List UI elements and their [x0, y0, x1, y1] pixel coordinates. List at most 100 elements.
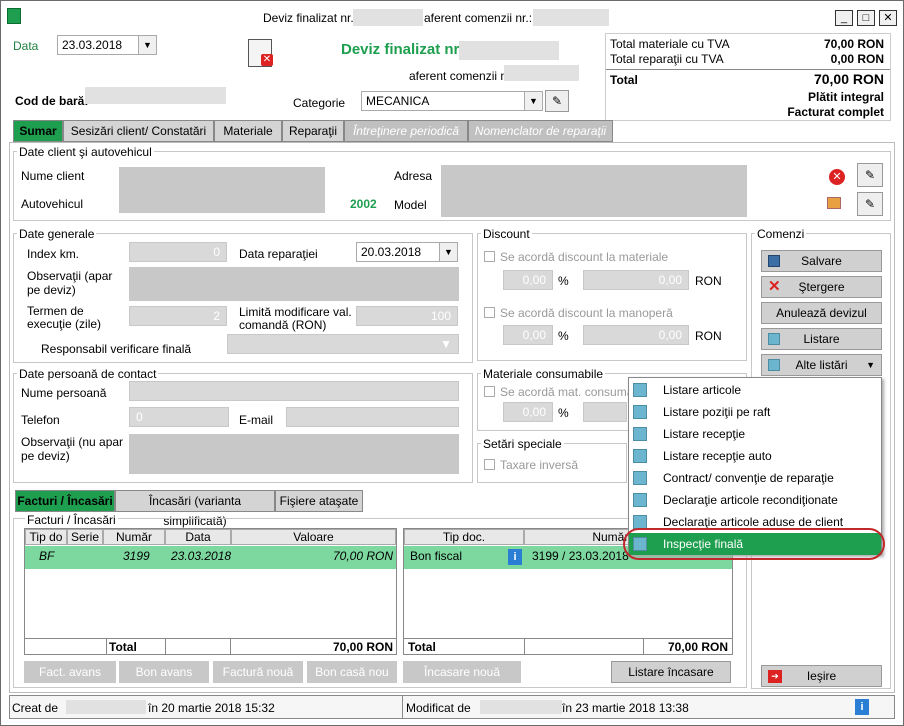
adresa-field [441, 165, 747, 217]
email-field[interactable] [286, 407, 459, 427]
menu-item-listare-receptie[interactable]: Listare recepţie [629, 423, 881, 445]
observatii-contact-field[interactable] [129, 434, 459, 474]
facturi-total-row: Total 70,00 RON [25, 638, 396, 655]
menu-item-listare-receptie-auto[interactable]: Listare recepţie auto [629, 445, 881, 467]
bon-casa-button[interactable]: Bon casă nou [307, 661, 397, 683]
tab-reparatii[interactable]: Reparaţii [282, 120, 344, 142]
consumabile-group-title: Materiale consumabile [481, 367, 606, 381]
edit-categorie-button[interactable]: ✎ [545, 90, 569, 112]
client-name-field [119, 167, 325, 213]
discount-manopera-checkbox[interactable] [484, 307, 495, 318]
iesire-button[interactable]: ➔ Ieşire [761, 665, 882, 687]
termen-field[interactable]: 2 [129, 306, 227, 326]
cell-data: 23.03.2018 [171, 549, 232, 563]
info-icon[interactable]: i [855, 699, 869, 715]
menu-item-listare-articole[interactable]: Listare articole [629, 379, 881, 401]
car-icon[interactable] [827, 197, 841, 209]
comenzi-group-title: Comenzi [755, 227, 807, 241]
chevron-down-icon[interactable]: ▼ [439, 243, 457, 261]
printer-icon [633, 449, 647, 463]
contact-group-title: Date persoană de contact [17, 367, 159, 381]
tab-sumar[interactable]: Sumar [13, 120, 63, 142]
close-button[interactable]: ✕ [879, 10, 897, 26]
bon-avans-button[interactable]: Bon avans [119, 661, 209, 683]
maximize-button[interactable]: □ [857, 10, 875, 26]
app-logo-icon [7, 8, 21, 24]
chevron-down-icon[interactable]: ▼ [138, 36, 156, 54]
anuleaza-button[interactable]: Anulează devizul [761, 302, 882, 324]
index-km-field[interactable]: 0 [129, 242, 227, 262]
minimize-button[interactable]: _ [835, 10, 853, 26]
stergere-button[interactable]: ✕ Ştergere [761, 276, 882, 298]
menu-item-declaratie-reconditionate[interactable]: Declaraţie articole recondiţionate [629, 489, 881, 511]
chevron-down-icon: ▼ [866, 360, 875, 370]
listare-incasare-button[interactable]: Listare încasare [611, 661, 731, 683]
menu-item-listare-pozitii[interactable]: Listare poziţii pe raft [629, 401, 881, 423]
cell-numar: 3199 [123, 549, 150, 563]
discount-materiale-label: Se acordă discount la materiale [500, 250, 669, 264]
salvare-button[interactable]: Salvare [761, 250, 882, 272]
tab-materiale[interactable]: Materiale [214, 120, 282, 142]
modificat-label: Modificat de [406, 701, 471, 715]
discount-man-pct[interactable]: 0,00 [503, 325, 553, 345]
data-reparatiei-field[interactable]: 20.03.2018 ▼ [356, 242, 458, 262]
aferent-value [504, 65, 579, 81]
tab-nomenclator[interactable]: Nomenclator de reparaţii [468, 120, 613, 142]
observatii-field[interactable] [129, 267, 459, 301]
nume-client-label: Nume client [21, 169, 85, 183]
facturi-total-value: 70,00 RON [332, 640, 393, 654]
creat-date: în 20 martie 2018 15:32 [148, 701, 275, 715]
table-row[interactable]: BF 3199 23.03.2018 70,00 RON [25, 546, 396, 569]
consumabile-pct[interactable]: 0,00 [503, 402, 553, 422]
data-field[interactable]: 23.03.2018 ▼ [57, 35, 157, 55]
total-label: Total [610, 73, 638, 87]
pencil-icon: ✎ [551, 94, 563, 108]
listare-button[interactable]: Listare [761, 328, 882, 350]
consumabile-checkbox[interactable] [484, 386, 495, 397]
tab-incasari-simplificata[interactable]: Încasări (varianta simplificată) [115, 490, 275, 528]
consumabile-val[interactable] [583, 402, 627, 422]
termen-label: Termen de execuţie (zile) [27, 304, 102, 331]
doc-title: Deviz finalizat nr. [341, 41, 463, 58]
discount-mat-pct[interactable]: 0,00 [503, 270, 553, 290]
edit-vehicle-button[interactable]: ✎ [857, 192, 883, 216]
info-icon[interactable]: i [508, 549, 522, 565]
discount-man-val[interactable]: 0,00 [583, 325, 689, 345]
factura-noua-button[interactable]: Factură nouă [213, 661, 303, 683]
setari-group-title: Setări speciale [481, 437, 564, 451]
creat-label: Creat de [12, 701, 59, 715]
responsabil-select[interactable]: ▼ [227, 334, 459, 354]
tab-facturi[interactable]: Facturi / Încasări [15, 490, 115, 512]
total-materiale-label: Total materiale cu TVA [610, 37, 730, 51]
incasare-noua-button[interactable]: Încasare nouă [403, 661, 521, 683]
fact-avans-button[interactable]: Fact. avans [24, 661, 116, 683]
tab-sesizari[interactable]: Sesizări client/ Constatări [63, 120, 214, 142]
window-title-part1: Deviz finalizat nr. [263, 11, 354, 25]
tab-fisiere[interactable]: Fişiere ataşate [275, 490, 363, 512]
modificat-user [480, 700, 562, 714]
incasari-total-value: 70,00 RON [667, 640, 728, 654]
printer-icon [633, 383, 647, 397]
exit-icon: ➔ [768, 670, 782, 683]
alte-listari-button[interactable]: Alte listări ▼ [761, 354, 882, 376]
printer-icon [768, 333, 780, 345]
cod-bara-field[interactable] [85, 87, 226, 104]
telefon-field[interactable]: 0 [129, 407, 229, 427]
menu-item-contract[interactable]: Contract/ convenţie de reparaţie [629, 467, 881, 489]
tab-intretinere[interactable]: Întreţinere periodică [344, 120, 468, 142]
status-facturat: Facturat complet [787, 105, 884, 119]
remove-client-icon[interactable]: ✕ [829, 169, 845, 185]
nume-persoana-select[interactable] [129, 381, 459, 401]
categorie-select[interactable]: MECANICA ▼ [361, 91, 543, 111]
edit-client-button[interactable]: ✎ [857, 163, 883, 187]
ron-label: RON [695, 274, 722, 288]
taxare-inversa-checkbox[interactable] [484, 459, 495, 470]
limita-field[interactable]: 100 [356, 306, 458, 326]
discount-materiale-checkbox[interactable] [484, 251, 495, 262]
discount-mat-val[interactable]: 0,00 [583, 270, 689, 290]
chevron-down-icon[interactable]: ▼ [524, 92, 542, 110]
printer-icon [633, 515, 647, 529]
pct-sign: % [558, 274, 569, 288]
col-tip-doc: Tip doc. [404, 529, 524, 545]
cell-valoare: 70,00 RON [332, 549, 393, 563]
